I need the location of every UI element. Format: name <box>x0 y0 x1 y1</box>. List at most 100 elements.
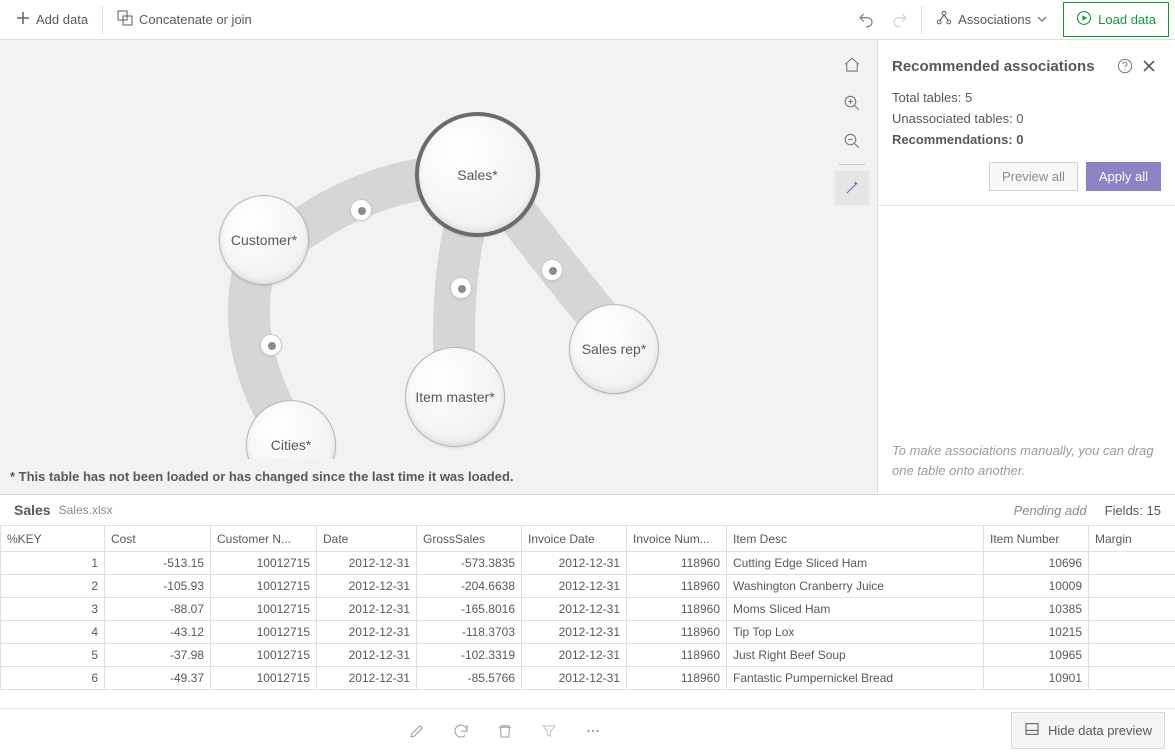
association-dot[interactable] <box>260 334 282 356</box>
load-data-button[interactable]: Load data <box>1063 2 1169 37</box>
refresh-icon[interactable] <box>451 721 471 741</box>
column-header[interactable]: %KEY <box>1 526 105 552</box>
hide-preview-label: Hide data preview <box>1048 723 1152 738</box>
table-cell: 2012-12-31 <box>522 621 627 644</box>
bubble-sales-rep-label: Sales rep* <box>574 341 655 357</box>
preview-file-name: Sales.xlsx <box>59 503 113 517</box>
help-icon[interactable] <box>1113 54 1137 78</box>
close-icon[interactable] <box>1137 54 1161 78</box>
column-header[interactable]: Margin <box>1089 526 1175 552</box>
table-row[interactable]: 4-43.12100127152012-12-31-118.37032012-1… <box>1 621 1175 644</box>
table-cell: 2012-12-31 <box>317 621 417 644</box>
table-row[interactable]: 6-49.37100127152012-12-31-85.57662012-12… <box>1 667 1175 690</box>
table-row[interactable]: 3-88.07100127152012-12-31-165.80162012-1… <box>1 598 1175 621</box>
table-row[interactable]: 5-37.98100127152012-12-31-102.33192012-1… <box>1 644 1175 667</box>
table-cell: Cutting Edge Sliced Ham <box>727 552 984 575</box>
delete-icon[interactable] <box>495 721 515 741</box>
table-cell: 10901 <box>984 667 1089 690</box>
table-cell: 2 <box>1 575 105 598</box>
table-cell <box>1089 644 1175 667</box>
main-area: Sales* Customer* Cities* Item master* Sa… <box>0 40 1175 494</box>
table-cell: 10012715 <box>211 667 317 690</box>
column-header[interactable]: Invoice Num... <box>627 526 727 552</box>
preview-status: Pending add <box>1014 503 1087 518</box>
table-cell: Moms Sliced Ham <box>727 598 984 621</box>
bubble-customer-label: Customer* <box>223 232 305 248</box>
associations-label: Associations <box>958 12 1031 27</box>
data-grid[interactable]: %KEYCostCustomer N...DateGrossSalesInvoi… <box>0 525 1175 708</box>
table-cell: 10012715 <box>211 621 317 644</box>
table-cell: -43.12 <box>105 621 211 644</box>
column-header[interactable]: Customer N... <box>211 526 317 552</box>
separator <box>102 6 103 34</box>
table-cell: 2012-12-31 <box>522 667 627 690</box>
table-cell: Fantastic Pumpernickel Bread <box>727 667 984 690</box>
column-header[interactable]: Cost <box>105 526 211 552</box>
table-cell: 2012-12-31 <box>522 575 627 598</box>
recommendations-count: Recommendations: 0 <box>892 130 1161 151</box>
table-cell: 118960 <box>627 552 727 575</box>
association-dot[interactable] <box>541 259 563 281</box>
bubble-sales[interactable]: Sales* <box>415 112 540 237</box>
table-row[interactable]: 2-105.93100127152012-12-31-204.66382012-… <box>1 575 1175 598</box>
panel-hint: To make associations manually, you can d… <box>878 427 1175 494</box>
concatenate-label: Concatenate or join <box>139 12 252 27</box>
table-cell: -102.3319 <box>417 644 522 667</box>
table-cell <box>1089 667 1175 690</box>
total-tables: Total tables: 5 <box>892 88 1161 109</box>
association-dot[interactable] <box>450 277 472 299</box>
magic-wand-button[interactable] <box>835 171 869 205</box>
table-cell: 6 <box>1 667 105 690</box>
bubble-customer[interactable]: Customer* <box>219 195 309 285</box>
table-row[interactable]: 1-513.15100127152012-12-31-573.38352012-… <box>1 552 1175 575</box>
table-cell: 10012715 <box>211 598 317 621</box>
bubble-sales-label: Sales* <box>449 167 505 183</box>
zoom-out-button[interactable] <box>835 124 869 158</box>
bubble-sales-rep[interactable]: Sales rep* <box>569 304 659 394</box>
table-cell: -88.07 <box>105 598 211 621</box>
table-cell: -165.8016 <box>417 598 522 621</box>
bubble-item-master[interactable]: Item master* <box>405 347 505 447</box>
top-toolbar: Add data Concatenate or join Association… <box>0 0 1175 40</box>
redo-button[interactable] <box>883 3 917 37</box>
zoom-in-button[interactable] <box>835 86 869 120</box>
association-canvas[interactable]: Sales* Customer* Cities* Item master* Sa… <box>0 40 877 459</box>
preview-table-title: Sales <box>14 502 51 518</box>
table-cell: 5 <box>1 644 105 667</box>
table-cell: 3 <box>1 598 105 621</box>
table-cell: 2012-12-31 <box>317 598 417 621</box>
table-cell: 4 <box>1 621 105 644</box>
apply-all-button[interactable]: Apply all <box>1086 162 1161 191</box>
play-circle-icon <box>1076 10 1092 29</box>
table-cell: Tip Top Lox <box>727 621 984 644</box>
table-cell: 10965 <box>984 644 1089 667</box>
table-cell: 2012-12-31 <box>317 575 417 598</box>
add-data-button[interactable]: Add data <box>6 5 98 34</box>
filter-icon[interactable] <box>539 721 559 741</box>
associations-dropdown[interactable]: Associations <box>926 4 1057 35</box>
more-icon[interactable] <box>583 721 603 741</box>
preview-all-button[interactable]: Preview all <box>989 162 1078 191</box>
table-cell: -573.3835 <box>417 552 522 575</box>
table-cell: 118960 <box>627 667 727 690</box>
chevron-down-icon <box>1037 12 1047 27</box>
column-header[interactable]: Item Number <box>984 526 1089 552</box>
edit-icon[interactable] <box>407 721 427 741</box>
table-cell: 10012715 <box>211 575 317 598</box>
association-dot[interactable] <box>350 199 372 221</box>
column-header[interactable]: GrossSales <box>417 526 522 552</box>
undo-button[interactable] <box>849 3 883 37</box>
table-cell: 2012-12-31 <box>317 644 417 667</box>
column-header[interactable]: Date <box>317 526 417 552</box>
table-cell: 10012715 <box>211 552 317 575</box>
add-data-label: Add data <box>36 12 88 27</box>
bubble-cities-label: Cities* <box>263 437 319 453</box>
table-cell: 1 <box>1 552 105 575</box>
table-cell <box>1089 552 1175 575</box>
table-cell: 10012715 <box>211 644 317 667</box>
column-header[interactable]: Invoice Date <box>522 526 627 552</box>
home-button[interactable] <box>835 48 869 82</box>
concatenate-button[interactable]: Concatenate or join <box>107 4 262 35</box>
hide-preview-button[interactable]: Hide data preview <box>1011 712 1165 749</box>
column-header[interactable]: Item Desc <box>727 526 984 552</box>
